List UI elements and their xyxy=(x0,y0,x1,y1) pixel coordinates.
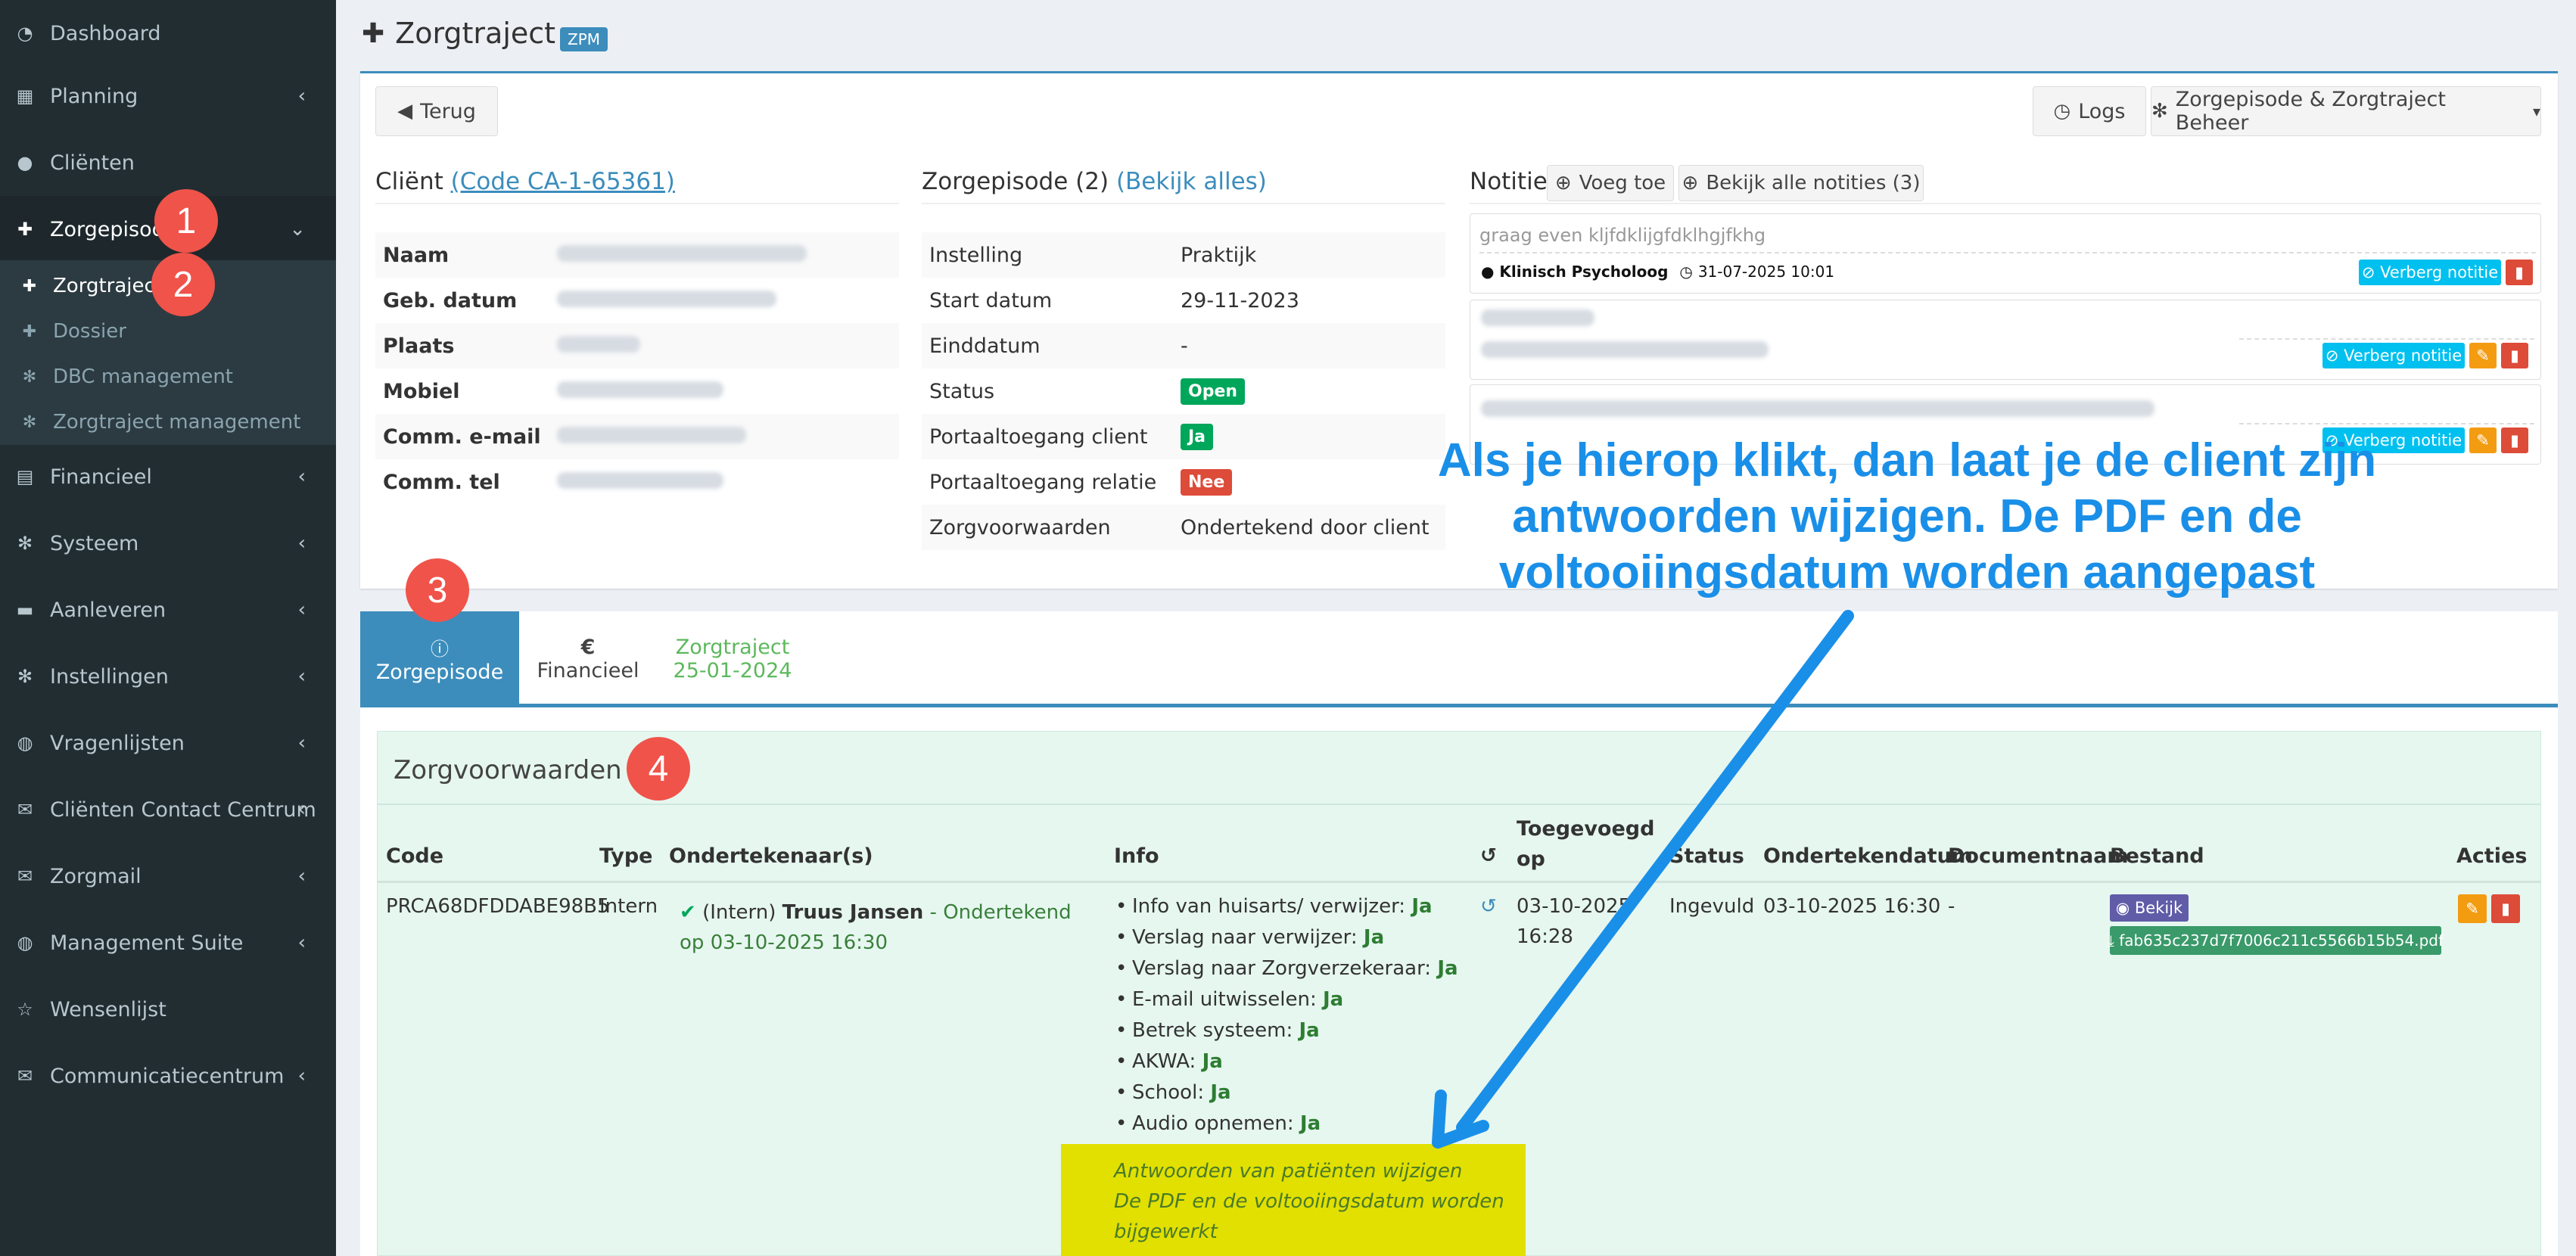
annotation-arrow xyxy=(1432,610,1854,1149)
